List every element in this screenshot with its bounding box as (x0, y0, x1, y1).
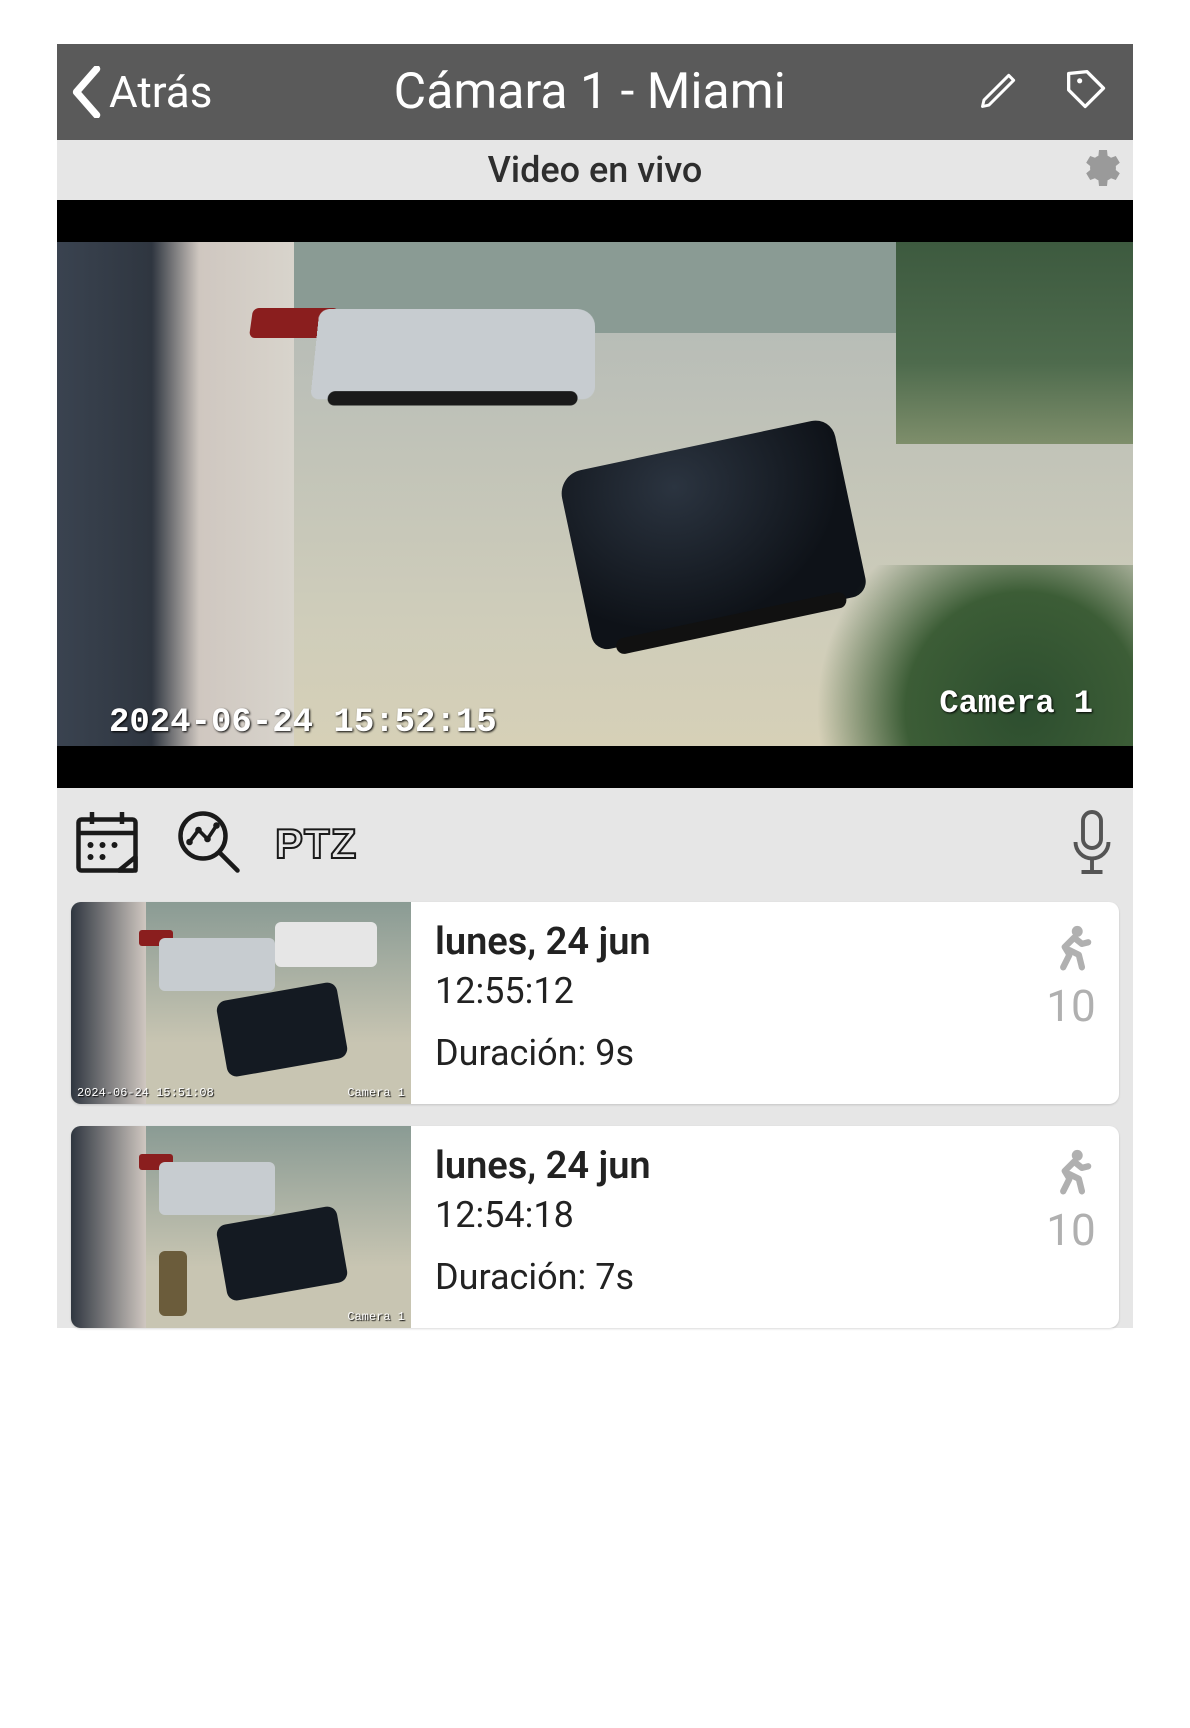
event-time: 12:55:12 (435, 970, 1015, 1012)
gear-icon[interactable] (1077, 144, 1125, 196)
subheader-title: Video en vivo (57, 149, 1133, 191)
ptz-button[interactable]: PTZ (275, 820, 357, 868)
event-count: 10 (1046, 980, 1095, 1032)
event-meta: 10 (1023, 1126, 1119, 1328)
calendar-icon[interactable] (71, 806, 143, 882)
tag-icon[interactable] (1065, 68, 1109, 116)
event-item[interactable]: 2024-06-24 15:51:08 Camera 1 lunes, 24 j… (71, 902, 1119, 1104)
event-date: lunes, 24 jun (435, 920, 1015, 964)
event-body: lunes, 24 jun 12:55:12 Duración: 9s (411, 902, 1023, 1104)
microphone-icon[interactable] (1065, 806, 1119, 882)
thumb-camera-label: Camera 1 (347, 1310, 405, 1324)
video-camera-label: Camera 1 (939, 685, 1093, 722)
event-item[interactable]: Camera 1 lunes, 24 jun 12:54:18 Duración… (71, 1126, 1119, 1328)
thumb-timestamp: 2024-06-24 15:51:08 (77, 1086, 214, 1100)
header-bar: Atrás Cámara 1 - Miami (57, 44, 1133, 140)
event-count: 10 (1046, 1204, 1095, 1256)
back-button[interactable]: Atrás (69, 66, 212, 118)
investigate-icon[interactable] (173, 806, 245, 882)
event-list: 2024-06-24 15:51:08 Camera 1 lunes, 24 j… (57, 902, 1133, 1328)
page-title: Cámara 1 - Miami (202, 63, 977, 121)
event-date: lunes, 24 jun (435, 1144, 1015, 1188)
event-meta: 10 (1023, 902, 1119, 1104)
toolbar: PTZ (57, 788, 1133, 902)
chevron-left-icon (69, 66, 107, 118)
live-video[interactable]: Camera 1 2024-06-24 15:52:15 (57, 200, 1133, 788)
event-duration: Duración: 7s (435, 1256, 1015, 1298)
video-timestamp: 2024-06-24 15:52:15 (109, 704, 497, 742)
app-frame: Atrás Cámara 1 - Miami Video en vivo (57, 44, 1133, 1328)
event-thumbnail: 2024-06-24 15:51:08 Camera 1 (71, 902, 411, 1104)
person-motion-icon (1046, 1146, 1096, 1200)
subheader-bar: Video en vivo (57, 140, 1133, 200)
thumb-camera-label: Camera 1 (347, 1086, 405, 1100)
edit-icon[interactable] (977, 68, 1021, 116)
event-body: lunes, 24 jun 12:54:18 Duración: 7s (411, 1126, 1023, 1328)
person-motion-icon (1046, 922, 1096, 976)
event-duration: Duración: 9s (435, 1032, 1015, 1074)
event-time: 12:54:18 (435, 1194, 1015, 1236)
video-scene (57, 242, 1133, 746)
event-thumbnail: Camera 1 (71, 1126, 411, 1328)
back-label: Atrás (109, 66, 212, 118)
